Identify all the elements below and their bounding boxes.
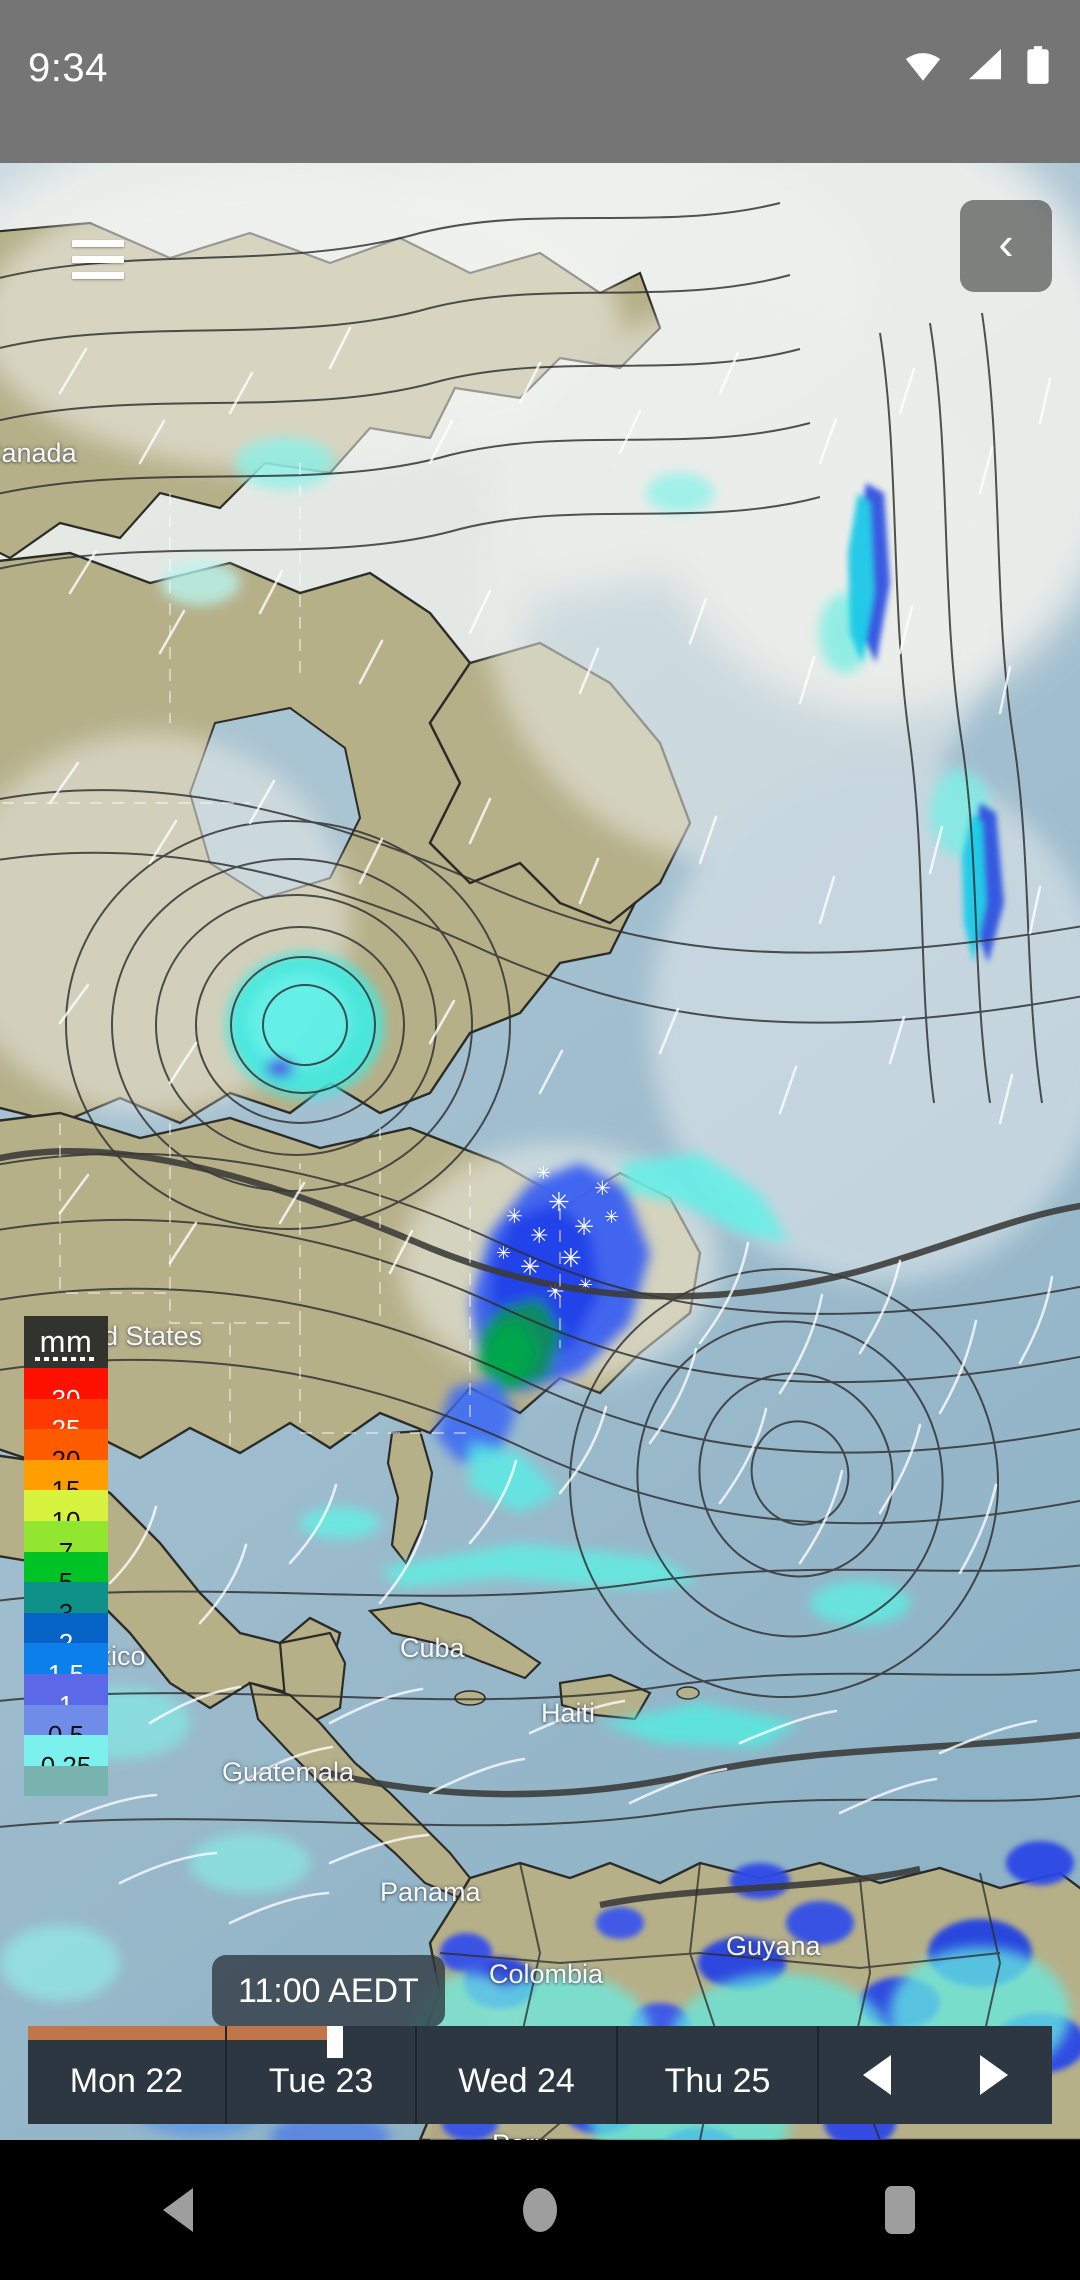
android-back-icon[interactable]: [120, 2165, 240, 2255]
legend-stop-5: 5: [24, 1551, 108, 1595]
day-tab-mon-22[interactable]: Mon 22: [28, 2026, 227, 2124]
legend-stop-7: 7: [24, 1520, 108, 1565]
legend-stop-0.25: 0.25: [24, 1735, 108, 1779]
chevron-left-icon[interactable]: ‹: [960, 200, 1052, 292]
svg-text:✳: ✳: [594, 1178, 611, 1200]
status-bar-clock: 9:34: [28, 46, 108, 90]
legend-stop-25: 25: [24, 1398, 108, 1442]
svg-text:✳: ✳: [574, 1214, 594, 1241]
legend-stop-3: 3: [24, 1582, 108, 1626]
legend-stop-2: 2: [24, 1612, 108, 1656]
day-tab-label: Tue 23: [268, 2061, 374, 2100]
precipitation-legend: mm 302520151075321.510.50.25: [24, 1316, 108, 1797]
cellular-signal-icon: [969, 49, 1001, 80]
legend-stop-base: [24, 1765, 108, 1797]
status-bar-icons: [902, 46, 1050, 84]
day-tab-wed-24[interactable]: Wed 24: [417, 2026, 618, 2124]
back-button-glyph: ‹: [998, 217, 1014, 269]
forecast-timeline[interactable]: Mon 22 Tue 23 Wed 24 Thu 25: [28, 2026, 1052, 2124]
weather-map[interactable]: ✳ ✳ ✳ ✳ ✳ ✳ ✳ ✳ ✳ ✳ ✳ ✳ anada United Sta…: [0, 163, 1080, 2140]
svg-text:✳: ✳: [530, 1223, 548, 1248]
legend-stop-20: 20: [24, 1429, 108, 1473]
svg-text:✳: ✳: [548, 1187, 570, 1217]
wifi-icon: [905, 53, 941, 81]
play-next-icon[interactable]: [951, 2032, 1037, 2118]
map-canvas: ✳ ✳ ✳ ✳ ✳ ✳ ✳ ✳ ✳ ✳ ✳ ✳: [0, 163, 1080, 2140]
legend-stop-10: 10: [24, 1490, 108, 1534]
day-tab-tue-23[interactable]: Tue 23: [227, 2026, 417, 2124]
legend-stop-1: 1: [24, 1673, 108, 1718]
legend-stop-0.5: 0.5: [24, 1704, 108, 1748]
app-screen: ✳ ✳ ✳ ✳ ✳ ✳ ✳ ✳ ✳ ✳ ✳ ✳ anada United Sta…: [0, 0, 1080, 2280]
android-navigation-bar: [0, 2140, 1080, 2280]
android-home-icon[interactable]: [480, 2165, 600, 2255]
legend-dotted-underline: [35, 1357, 97, 1361]
hamburger-menu-icon[interactable]: [72, 240, 132, 286]
day-tab-thu-25[interactable]: Thu 25: [618, 2026, 819, 2124]
legend-stop-30: 30: [24, 1368, 108, 1412]
legend-stop-1.5: 1.5: [24, 1643, 108, 1687]
legend-unit-header: mm: [24, 1316, 108, 1368]
day-tab-label: Thu 25: [664, 2061, 771, 2100]
svg-text:✳: ✳: [506, 1206, 523, 1228]
play-previous-icon[interactable]: [834, 2032, 920, 2118]
svg-text:✳: ✳: [604, 1207, 619, 1227]
day-tab-label: Mon 22: [69, 2061, 184, 2100]
legend-unit-label: mm: [39, 1324, 93, 1359]
legend-color-scale: 302520151075321.510.50.25: [24, 1368, 108, 1797]
status-bar: 9:34: [0, 0, 1080, 163]
android-recents-icon[interactable]: [840, 2165, 960, 2255]
current-time-tooltip: 11:00 AEDT: [212, 1955, 445, 2027]
menu-line-2: [72, 256, 124, 263]
svg-text:✳: ✳: [536, 1163, 551, 1183]
current-time-label: 11:00 AEDT: [238, 1971, 419, 2010]
battery-icon: [1027, 46, 1049, 84]
day-tab-label: Wed 24: [458, 2061, 575, 2100]
legend-stop-15: 15: [24, 1459, 108, 1503]
menu-line-1: [72, 240, 124, 247]
menu-line-3: [72, 272, 124, 279]
timeline-playback-controls: [819, 2026, 1052, 2124]
